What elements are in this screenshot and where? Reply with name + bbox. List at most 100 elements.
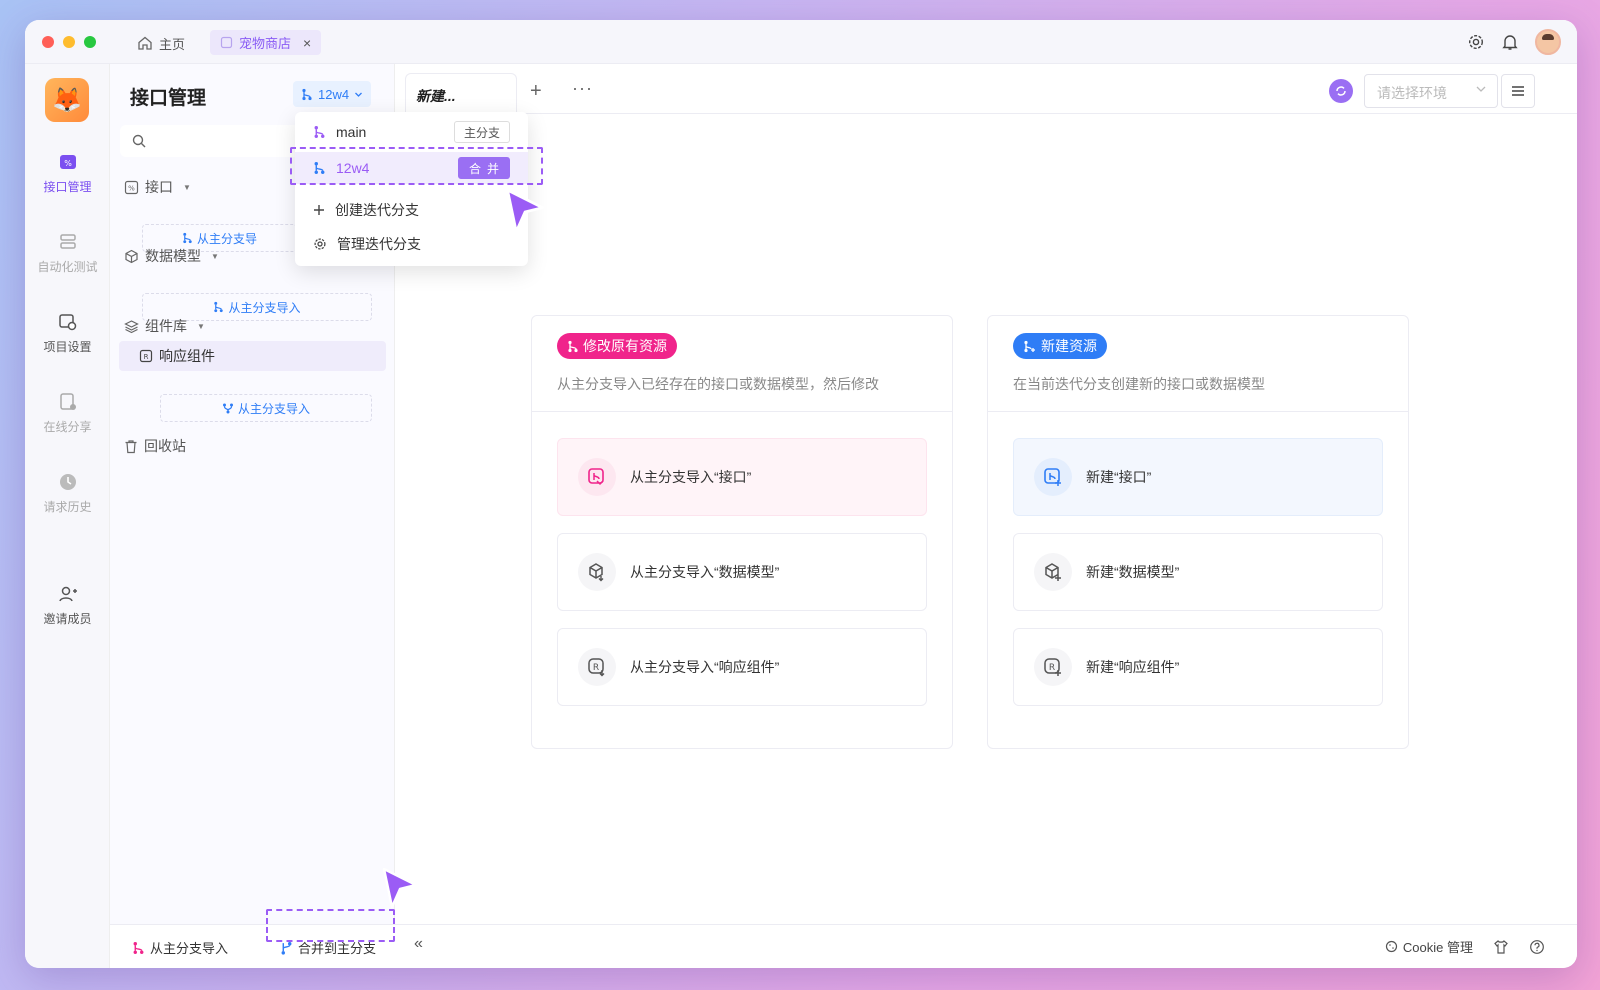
import-data-model-action[interactable]: 从主分支导入“数据模型” bbox=[557, 533, 927, 611]
close-window-button[interactable] bbox=[42, 36, 54, 48]
import-api-action[interactable]: 从主分支导入“接口” bbox=[557, 438, 927, 516]
user-avatar[interactable] bbox=[1535, 29, 1561, 55]
card-description: 在当前迭代分支创建新的接口或数据模型 bbox=[1013, 376, 1265, 392]
tab-home[interactable]: 主页 bbox=[137, 31, 185, 55]
pointer-cursor-icon bbox=[506, 188, 544, 233]
merge-button-highlight bbox=[266, 909, 395, 942]
tree-folder-label: 组件库 bbox=[145, 318, 187, 334]
tab-project[interactable]: 宠物商店 × bbox=[210, 30, 322, 55]
environment-select[interactable]: 请选择环境 bbox=[1364, 74, 1498, 108]
collapse-sidebar-button[interactable]: « bbox=[414, 935, 423, 953]
new-api-action[interactable]: 新建“接口” bbox=[1013, 438, 1383, 516]
import-api-icon bbox=[578, 458, 616, 496]
env-sync-icon[interactable] bbox=[1329, 79, 1353, 103]
tree-folder-recycle-bin[interactable]: 回收站 bbox=[124, 436, 186, 456]
invite-member-icon bbox=[58, 586, 77, 602]
rail-item-label: 在线分享 bbox=[43, 420, 92, 434]
import-label: 从主分支导入 bbox=[228, 300, 301, 315]
new-data-model-action[interactable]: 新建“数据模型” bbox=[1013, 533, 1383, 611]
rail-item-automation[interactable]: 自动化测试 bbox=[25, 232, 110, 275]
new-api-icon bbox=[1034, 458, 1072, 496]
editor-tabs-bar: 新建... + ··· 请选择环境 bbox=[395, 64, 1577, 115]
card-create-new: 新建资源 在当前迭代分支创建新的接口或数据模型 新建“接口” 新建“数据模型” … bbox=[987, 315, 1409, 749]
rail-item-label: 自动化测试 bbox=[37, 260, 98, 274]
add-tab-button[interactable]: + bbox=[530, 80, 542, 103]
api-folder-icon: % bbox=[124, 180, 139, 194]
maximize-window-button[interactable] bbox=[84, 36, 96, 48]
svg-text:R: R bbox=[144, 353, 149, 361]
import-response-component-action[interactable]: R 从主分支导入“响应组件” bbox=[557, 628, 927, 706]
title-bar: 主页 宠物商店 × bbox=[25, 20, 1577, 64]
rail-item-history[interactable]: 请求历史 bbox=[25, 472, 110, 515]
tab-home-label: 主页 bbox=[159, 36, 186, 52]
rail-item-label: 邀请成员 bbox=[43, 612, 92, 626]
tshirt-icon[interactable] bbox=[1493, 939, 1509, 955]
merge-branch-icon bbox=[222, 403, 233, 414]
branch-selector-label: 12w4 bbox=[318, 86, 350, 102]
chevron-down-icon bbox=[1476, 86, 1486, 92]
automation-icon bbox=[59, 234, 76, 249]
app-window: 主页 宠物商店 × 🦊 % 接口管理 自动化测试 项目设置 在线分享 请求历史 … bbox=[25, 20, 1577, 968]
modify-existing-pill: 修改原有资源 bbox=[557, 333, 677, 359]
help-icon[interactable] bbox=[1529, 939, 1545, 955]
action-label: 新建“响应组件” bbox=[1086, 659, 1180, 675]
branch-dropdown: main 主分支 12w4 合并 创建迭代分支 管理迭代分支 bbox=[295, 112, 528, 266]
branch-selector[interactable]: 12w4 bbox=[293, 81, 372, 107]
gear-icon bbox=[314, 238, 326, 250]
rail-item-share[interactable]: 在线分享 bbox=[25, 392, 110, 435]
merge-icon bbox=[281, 941, 292, 955]
rail-item-project-settings[interactable]: 项目设置 bbox=[25, 312, 110, 355]
rail-item-invite-member[interactable]: 邀请成员 bbox=[25, 584, 110, 627]
action-label: 从主分支导入“接口” bbox=[630, 469, 752, 485]
svg-text:%: % bbox=[128, 184, 135, 192]
new-response-component-action[interactable]: R 新建“响应组件” bbox=[1013, 628, 1383, 706]
project-icon bbox=[220, 36, 233, 49]
settings-gear-icon[interactable] bbox=[1467, 33, 1485, 51]
branch-option-highlight bbox=[290, 147, 543, 185]
card-description: 从主分支导入已经存在的接口或数据模型，然后修改 bbox=[557, 376, 879, 392]
action-label: 从主分支导入“响应组件” bbox=[630, 659, 780, 675]
create-branch-label: 创建迭代分支 bbox=[335, 202, 419, 218]
card-header: 修改原有资源 从主分支导入已经存在的接口或数据模型，然后修改 bbox=[532, 316, 952, 412]
more-tabs-button[interactable]: ··· bbox=[572, 78, 593, 99]
tree-folder-label: 回收站 bbox=[144, 438, 186, 454]
app-logo: 🦊 bbox=[45, 78, 89, 122]
card-header: 新建资源 在当前迭代分支创建新的接口或数据模型 bbox=[988, 316, 1408, 412]
plus-icon bbox=[314, 205, 324, 215]
tree-folder-component-lib[interactable]: 组件库 ▼ bbox=[124, 316, 205, 336]
new-branch-icon bbox=[1024, 340, 1035, 352]
close-tab-icon[interactable]: × bbox=[303, 35, 311, 51]
hamburger-menu-button[interactable] bbox=[1501, 74, 1535, 108]
minimize-window-button[interactable] bbox=[63, 36, 75, 48]
branch-icon bbox=[214, 301, 224, 313]
main-branch-badge: 主分支 bbox=[453, 121, 510, 143]
sidebar-search-input[interactable] bbox=[120, 125, 300, 157]
import-label: 从主分支导入 bbox=[237, 401, 310, 416]
branch-option-label: main bbox=[336, 124, 367, 140]
search-icon bbox=[132, 134, 146, 148]
caret-down-icon: ▼ bbox=[211, 251, 219, 261]
tree-item-response-component[interactable]: R 响应组件 bbox=[119, 341, 386, 371]
new-response-component-icon: R bbox=[1034, 648, 1072, 686]
tree-folder-api[interactable]: % 接口 ▼ bbox=[124, 177, 191, 197]
project-settings-icon bbox=[58, 314, 76, 331]
tab-new[interactable]: 新建... bbox=[405, 73, 517, 115]
create-branch-item[interactable]: 创建迭代分支 bbox=[295, 194, 528, 226]
rail-item-api-management[interactable]: % 接口管理 bbox=[25, 152, 110, 195]
import-from-main-button[interactable]: 从主分支导入 bbox=[132, 938, 228, 957]
svg-text:R: R bbox=[1049, 663, 1055, 673]
svg-text:R: R bbox=[593, 663, 599, 673]
response-component-icon: R bbox=[139, 349, 153, 363]
import-response-component-icon: R bbox=[578, 648, 616, 686]
notification-bell-icon[interactable] bbox=[1501, 33, 1519, 51]
rail-item-label: 项目设置 bbox=[43, 340, 92, 354]
cookie-manager-button[interactable]: Cookie 管理 bbox=[1385, 937, 1473, 956]
manage-branch-item[interactable]: 管理迭代分支 bbox=[295, 228, 528, 260]
tree-folder-data-model[interactable]: 数据模型 ▼ bbox=[124, 246, 219, 266]
import-response-from-main-button[interactable]: 从主分支导入 bbox=[160, 394, 372, 422]
branch-option-main[interactable]: main 主分支 bbox=[295, 116, 528, 148]
action-label: 新建“数据模型” bbox=[1086, 564, 1180, 580]
new-data-model-icon bbox=[1034, 553, 1072, 591]
tree-item-label: 响应组件 bbox=[159, 348, 215, 364]
environment-placeholder: 请选择环境 bbox=[1377, 85, 1447, 101]
